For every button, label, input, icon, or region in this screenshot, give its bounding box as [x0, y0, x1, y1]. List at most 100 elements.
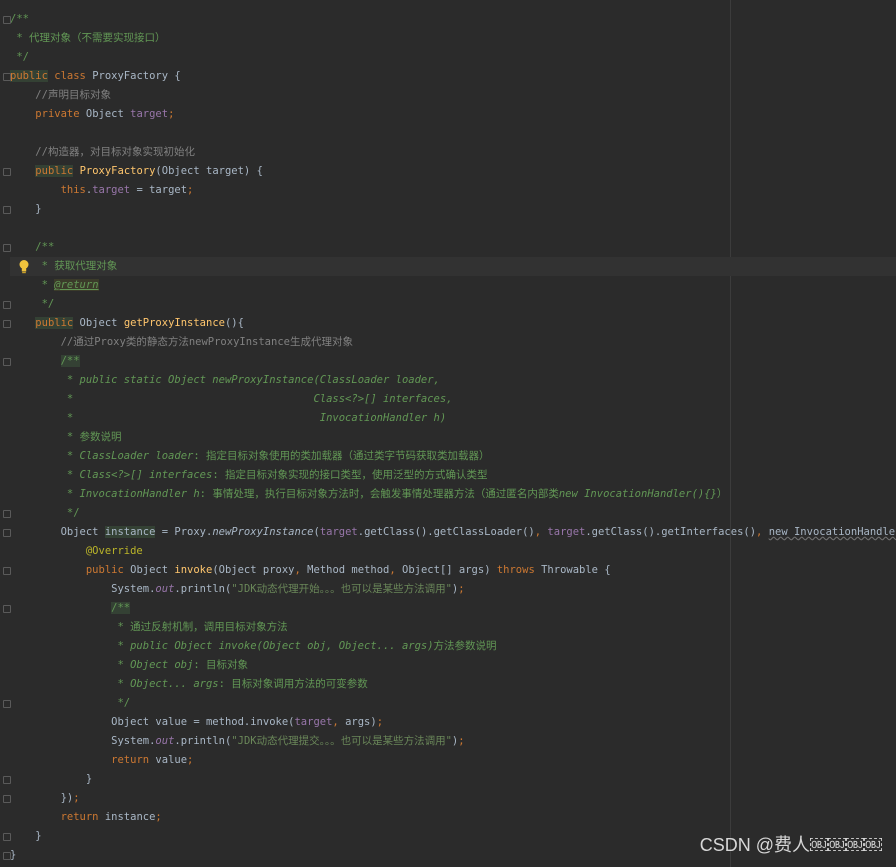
code-line[interactable]: * InvocationHandler h: 事情处理，执行目标对象方法时，会触… [10, 485, 896, 504]
fold-marker-icon[interactable] [3, 605, 11, 613]
fold-marker-icon[interactable] [3, 700, 11, 708]
fold-marker-icon[interactable] [3, 529, 11, 537]
code-line[interactable]: * Object... args: 目标对象调用方法的可变参数 [10, 675, 896, 694]
code-line[interactable]: } [3, 770, 896, 789]
code-token: * 通过反射机制，调用目标对象方法 [117, 621, 288, 633]
code-token: public [35, 165, 74, 177]
code-token: * 参数说明 [66, 431, 122, 443]
code-line[interactable]: */ [3, 694, 896, 713]
fold-marker-icon[interactable] [3, 833, 11, 841]
code-line[interactable]: this.target = target; [10, 181, 896, 200]
code-token: invoke [174, 564, 213, 576]
code-line[interactable]: * Class<?>[] interfaces: 指定目标对象实现的接口类型，使… [10, 466, 896, 485]
code-line[interactable]: * @return [10, 276, 896, 295]
code-token: /** [60, 355, 80, 367]
code-token: instance [104, 811, 156, 823]
code-token: Method method [307, 564, 390, 576]
code-line[interactable]: public Object getProxyInstance(){ [3, 314, 896, 333]
code-token: out [155, 583, 175, 595]
fold-marker-icon[interactable] [3, 320, 11, 328]
code-line[interactable] [10, 219, 896, 238]
code-line[interactable]: @Override [10, 542, 896, 561]
code-line[interactable]: * 代理对象（不需要实现接口） [10, 29, 896, 48]
code-line[interactable]: return value; [10, 751, 896, 770]
code-token: } [35, 830, 42, 842]
code-line[interactable]: }); [3, 789, 896, 808]
fold-marker-icon[interactable] [3, 206, 11, 214]
code-token: .println( [174, 735, 232, 747]
fold-marker-icon[interactable] [3, 567, 11, 575]
code-line[interactable]: //构造器，对目标对象实现初始化 [10, 143, 896, 162]
code-line[interactable]: */ [3, 504, 896, 523]
fold-marker-icon[interactable] [3, 73, 11, 81]
code-token: //通过Proxy类的静态方法newProxyInstance生成代理对象 [60, 336, 353, 348]
code-line[interactable]: System.out.println("JDK动态代理提交。。。也可以是某些方法… [10, 732, 896, 751]
code-line[interactable]: * 参数说明 [10, 428, 896, 447]
fold-marker-icon[interactable] [3, 16, 11, 24]
code-token: */ [16, 51, 29, 63]
code-line[interactable]: * InvocationHandler h) [10, 409, 896, 428]
code-editor[interactable]: /** * 代理对象（不需要实现接口） */ public class Proxy… [0, 0, 896, 867]
code-token: instance [104, 526, 156, 538]
code-line[interactable]: /** [3, 238, 896, 257]
fold-marker-icon[interactable] [3, 776, 11, 784]
code-line[interactable]: //声明目标对象 [10, 86, 896, 105]
code-line[interactable]: */ [10, 48, 896, 67]
code-line[interactable]: /** [3, 10, 896, 29]
code-line[interactable]: * public static Object newProxyInstance(… [10, 371, 896, 390]
code-token: ） [716, 488, 728, 500]
code-line[interactable]: Object instance = Proxy.newProxyInstance… [3, 523, 896, 542]
code-line[interactable]: /** [3, 352, 896, 371]
code-token: * Object obj [117, 659, 194, 671]
code-token: return [111, 754, 156, 766]
code-token: public [35, 317, 74, 329]
code-line[interactable] [10, 124, 896, 143]
code-token: * ClassLoader loader [66, 450, 194, 462]
code-line[interactable]: * ClassLoader loader: 指定目标对象使用的类加载器（通过类字… [10, 447, 896, 466]
code-area[interactable]: /** * 代理对象（不需要实现接口） */ public class Proxy… [3, 10, 896, 865]
code-line[interactable]: public ProxyFactory(Object target) { [3, 162, 896, 181]
code-line[interactable]: return instance; [10, 808, 896, 827]
code-token: Object[] args) [402, 564, 497, 576]
code-line[interactable]: } [3, 200, 896, 219]
fold-marker-icon[interactable] [3, 795, 11, 803]
code-line[interactable]: * public Object invoke(Object obj, Objec… [10, 637, 896, 656]
code-line[interactable]: /** [3, 599, 896, 618]
code-line[interactable]: public Object invoke(Object proxy, Metho… [3, 561, 896, 580]
code-token: value [155, 754, 188, 766]
code-line[interactable]: System.out.println("JDK动态代理开始。。。也可以是某些方法… [10, 580, 896, 599]
code-line[interactable]: //通过Proxy类的静态方法newProxyInstance生成代理对象 [10, 333, 896, 352]
fold-marker-icon[interactable] [3, 510, 11, 518]
code-token: /** [10, 13, 29, 25]
fold-marker-icon[interactable] [3, 168, 11, 176]
code-line[interactable]: private Object target; [10, 105, 896, 124]
code-token: "JDK动态代理提交。。。也可以是某些方法调用" [231, 735, 452, 747]
code-line[interactable]: * Class<?>[] interfaces, [10, 390, 896, 409]
fold-marker-icon[interactable] [3, 244, 11, 252]
code-line[interactable]: */ [3, 295, 896, 314]
code-token: ProxyFactory { [92, 70, 181, 82]
code-token: target [294, 716, 333, 728]
code-line[interactable]: Object value = method.invoke(target, arg… [10, 713, 896, 732]
code-token: Object [73, 317, 124, 329]
fold-marker-icon[interactable] [3, 358, 11, 366]
code-line[interactable]: * Object obj: 目标对象 [10, 656, 896, 675]
code-line[interactable]: public class ProxyFactory { [3, 67, 896, 86]
code-token: getProxyInstance [123, 317, 225, 329]
code-token: Object [130, 564, 175, 576]
fold-marker-icon[interactable] [3, 301, 11, 309]
lightbulb-icon[interactable] [18, 259, 30, 274]
code-token: Throwable { [541, 564, 611, 576]
code-token: ; [168, 108, 175, 120]
code-line[interactable]: * 获取代理对象 [10, 257, 896, 276]
code-token: ProxyFactory [79, 165, 156, 177]
fold-marker-icon[interactable] [3, 852, 11, 860]
code-line[interactable]: * 通过反射机制，调用目标对象方法 [10, 618, 896, 637]
